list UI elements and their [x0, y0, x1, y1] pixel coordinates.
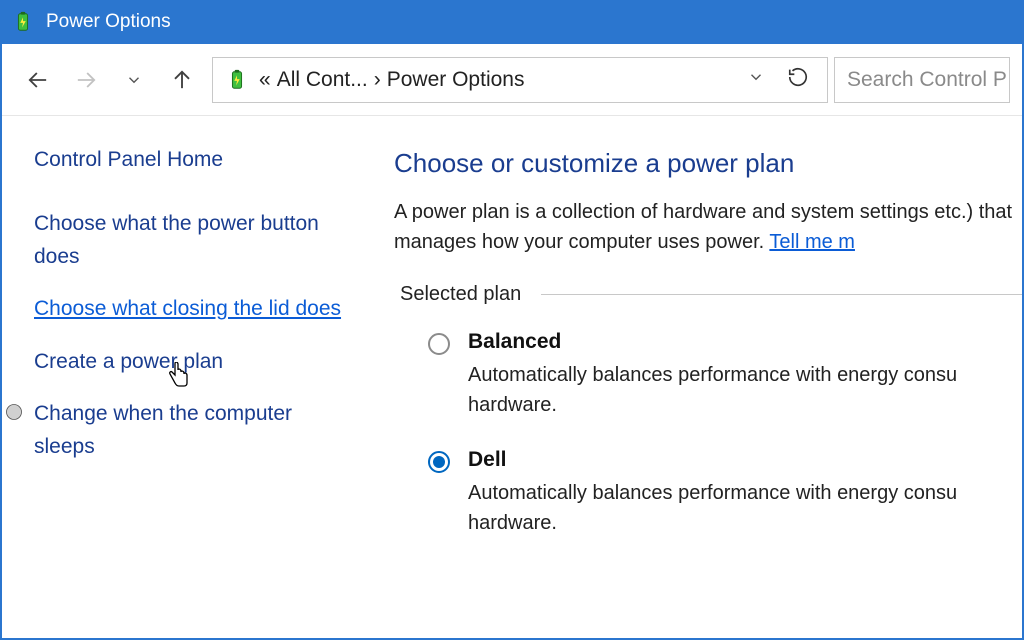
sidebar-link-create-plan[interactable]: Create a power plan: [34, 346, 358, 379]
main-content: Choose or customize a power plan A power…: [394, 116, 1022, 640]
page-heading: Choose or customize a power plan: [394, 148, 1022, 179]
power-battery-icon: [223, 66, 251, 94]
search-input[interactable]: Search Control P: [834, 57, 1010, 103]
selected-plan-group: Selected plan: [394, 283, 1022, 306]
forward-button[interactable]: [62, 58, 110, 102]
plan-option-balanced[interactable]: Balanced Automatically balances performa…: [394, 330, 1022, 420]
sidebar-link-power-button[interactable]: Choose what the power button does: [34, 208, 358, 273]
plan-description: Automatically balances performance with …: [468, 360, 1022, 420]
page-description: A power plan is a collection of hardware…: [394, 197, 1022, 257]
breadcrumb-parent[interactable]: All Cont...: [277, 68, 368, 92]
radio-unchecked-icon[interactable]: [428, 333, 450, 355]
back-button[interactable]: [14, 58, 62, 102]
radio-checked-icon[interactable]: [428, 451, 450, 473]
moon-icon: [4, 402, 24, 422]
titlebar: Power Options: [2, 0, 1022, 44]
breadcrumb[interactable]: « All Cont... › Power Options: [259, 68, 524, 92]
plan-name: Balanced: [468, 330, 1022, 354]
power-battery-icon: [10, 9, 36, 35]
breadcrumb-current[interactable]: Power Options: [387, 68, 525, 92]
recent-locations-dropdown[interactable]: [110, 58, 158, 102]
window-title: Power Options: [46, 11, 171, 33]
control-panel-home-link[interactable]: Control Panel Home: [34, 148, 358, 172]
search-placeholder: Search Control P: [847, 68, 1007, 92]
plan-option-dell[interactable]: Dell Automatically balances performance …: [394, 448, 1022, 538]
chevron-left-double-icon: «: [259, 68, 271, 92]
plan-description: Automatically balances performance with …: [468, 478, 1022, 538]
tell-me-more-link[interactable]: Tell me m: [769, 231, 855, 253]
plan-name: Dell: [468, 448, 1022, 472]
up-button[interactable]: [158, 58, 206, 102]
address-dropdown[interactable]: [741, 68, 771, 91]
group-title: Selected plan: [400, 283, 521, 306]
refresh-button[interactable]: [779, 66, 817, 93]
sidebar-link-closing-lid[interactable]: Choose what closing the lid does: [34, 293, 358, 326]
chevron-right-icon: ›: [374, 68, 381, 92]
navigation-toolbar: « All Cont... › Power Options Search Con…: [2, 44, 1022, 116]
divider: [541, 294, 1022, 295]
sidebar: Control Panel Home Choose what the power…: [2, 116, 394, 640]
sidebar-link-computer-sleeps[interactable]: Change when the computer sleeps: [34, 398, 358, 463]
address-bar[interactable]: « All Cont... › Power Options: [212, 57, 828, 103]
